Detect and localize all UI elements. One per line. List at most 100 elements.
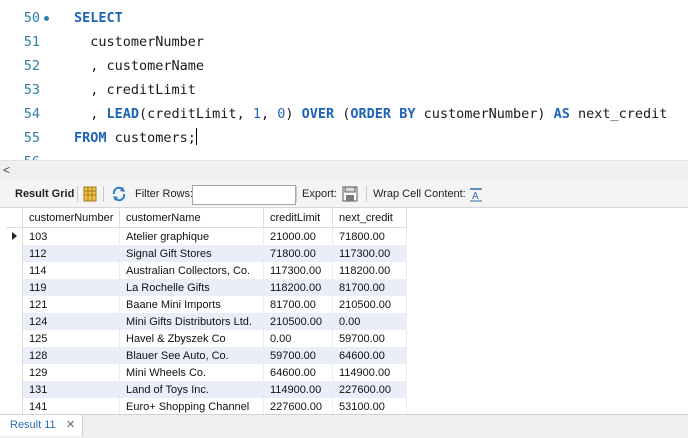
table-row[interactable]: 129 Mini Wheels Co. 64600.00 114900.00 <box>6 364 407 381</box>
wrap-cell-icon[interactable]: A <box>469 186 483 202</box>
table-cell[interactable]: 114 <box>22 262 120 279</box>
table-cell[interactable]: Australian Collectors, Co. <box>119 262 264 279</box>
table-cell[interactable]: Mini Wheels Co. <box>119 364 264 381</box>
table-row[interactable]: 141 Euro+ Shopping Channel 227600.00 53100.… <box>6 398 407 415</box>
code-line[interactable]: 55 FROM customers; <box>0 126 688 150</box>
export-icon[interactable] <box>342 186 358 202</box>
result-tab[interactable]: Result 11 ✕ <box>0 415 83 436</box>
table-cell[interactable]: 64600.00 <box>263 364 333 381</box>
table-cell[interactable]: 118200.00 <box>332 262 407 279</box>
code-text[interactable]: SELECT <box>74 6 123 30</box>
table-cell[interactable]: 227600.00 <box>263 398 333 415</box>
code-text[interactable]: , creditLimit <box>74 78 196 102</box>
table-cell[interactable]: Blauer See Auto, Co. <box>119 347 264 364</box>
row-header[interactable] <box>6 245 23 262</box>
table-cell[interactable]: Atelier graphique <box>119 227 264 245</box>
table-cell[interactable]: 59700.00 <box>332 330 407 347</box>
table-row[interactable]: 119 La Rochelle Gifts 118200.00 81700.00 <box>6 279 407 296</box>
scroll-left-icon[interactable]: < <box>3 163 10 177</box>
table-cell[interactable]: Land of Toys Inc. <box>119 381 264 398</box>
close-icon[interactable]: ✕ <box>66 415 75 436</box>
table-cell[interactable]: 81700.00 <box>263 296 333 313</box>
result-grid[interactable]: customerNumber customerName creditLimit … <box>6 208 407 415</box>
table-cell[interactable]: 59700.00 <box>263 347 333 364</box>
table-cell[interactable]: 117300.00 <box>332 245 407 262</box>
editor-horizontal-scrollbar[interactable]: < <box>0 160 688 181</box>
table-row[interactable]: 128 Blauer See Auto, Co. 59700.00 64600.00 <box>6 347 407 364</box>
row-header[interactable] <box>6 381 23 398</box>
table-cell[interactable]: 112 <box>22 245 120 262</box>
table-cell[interactable]: Signal Gift Stores <box>119 245 264 262</box>
table-cell[interactable]: Havel & Zbyszek Co <box>119 330 264 347</box>
column-header[interactable]: customerName <box>119 208 264 228</box>
table-cell[interactable]: 118200.00 <box>263 279 333 296</box>
table-cell[interactable]: 21000.00 <box>263 227 333 245</box>
code-text[interactable]: customerNumber <box>74 30 204 54</box>
table-cell[interactable]: 0.00 <box>332 313 407 330</box>
sql-text: , customerName <box>74 58 205 74</box>
row-header[interactable] <box>6 398 23 415</box>
table-row[interactable]: 114 Australian Collectors, Co. 117300.00 11… <box>6 262 407 279</box>
sql-editor[interactable]: 50 SELECT 51 customerNumber 52 , customerNa… <box>0 0 688 160</box>
table-cell[interactable]: 71800.00 <box>263 245 333 262</box>
column-header[interactable]: customerNumber <box>22 208 120 228</box>
table-cell[interactable]: 129 <box>22 364 120 381</box>
row-header[interactable] <box>6 262 23 279</box>
table-cell[interactable]: 131 <box>22 381 120 398</box>
code-line[interactable]: 53 , creditLimit <box>0 78 688 102</box>
table-cell[interactable]: 125 <box>22 330 120 347</box>
row-header[interactable] <box>6 279 23 296</box>
code-text[interactable]: , LEAD(creditLimit, 1, 0) OVER (ORDER BY… <box>74 102 667 126</box>
refresh-icon[interactable] <box>111 186 127 202</box>
table-cell[interactable]: 141 <box>22 398 120 415</box>
row-header[interactable] <box>6 364 23 381</box>
table-cell[interactable]: 227600.00 <box>332 381 407 398</box>
table-row[interactable]: 121 Baane Mini Imports 81700.00 210500.00 <box>6 296 407 313</box>
table-row[interactable]: 131 Land of Toys Inc. 114900.00 227600.00 <box>6 381 407 398</box>
table-row[interactable]: 103 Atelier graphique 21000.00 71800.00 <box>6 227 407 245</box>
code-text[interactable]: FROM customers; <box>74 126 197 150</box>
table-cell[interactable]: 128 <box>22 347 120 364</box>
column-header[interactable]: next_credit <box>332 208 407 228</box>
table-cell[interactable]: 81700.00 <box>332 279 407 296</box>
table-cell[interactable]: Baane Mini Imports <box>119 296 264 313</box>
table-row[interactable]: 124 Mini Gifts Distributors Ltd. 210500.00… <box>6 313 407 330</box>
table-cell[interactable]: 121 <box>22 296 120 313</box>
table-cell[interactable]: 114900.00 <box>332 364 407 381</box>
table-cell[interactable]: 210500.00 <box>332 296 407 313</box>
table-cell[interactable]: 117300.00 <box>263 262 333 279</box>
code-line[interactable]: 52 , customerName <box>0 54 688 78</box>
row-header[interactable] <box>6 227 23 245</box>
grid-view-icon[interactable] <box>83 186 97 202</box>
row-header[interactable] <box>6 347 23 364</box>
result-grid-tab[interactable]: Result Grid <box>15 181 74 207</box>
table-cell[interactable]: 119 <box>22 279 120 296</box>
table-row[interactable]: 125 Havel & Zbyszek Co 0.00 59700.00 <box>6 330 407 347</box>
table-cell[interactable]: 53100.00 <box>332 398 407 415</box>
table-cell[interactable]: 103 <box>22 227 120 245</box>
code-line[interactable]: 54 , LEAD(creditLimit, 1, 0) OVER (ORDER… <box>0 102 688 126</box>
table-cell[interactable]: 64600.00 <box>332 347 407 364</box>
table-cell[interactable]: 114900.00 <box>263 381 333 398</box>
sql-number: 1 <box>252 106 261 122</box>
sql-keyword: AS <box>553 106 570 122</box>
table-row[interactable]: 112 Signal Gift Stores 71800.00 117300.00 <box>6 245 407 262</box>
code-text[interactable]: , customerName <box>74 54 204 78</box>
sql-text: ) <box>285 106 302 122</box>
line-number: 52 <box>23 58 40 74</box>
table-cell[interactable]: La Rochelle Gifts <box>119 279 264 296</box>
column-header[interactable]: creditLimit <box>263 208 333 228</box>
code-line[interactable]: 56 <box>0 150 688 160</box>
row-header[interactable] <box>6 330 23 347</box>
row-header[interactable] <box>6 313 23 330</box>
table-cell[interactable]: Mini Gifts Distributors Ltd. <box>119 313 264 330</box>
code-line[interactable]: 51 customerNumber <box>0 30 688 54</box>
table-cell[interactable]: 0.00 <box>263 330 333 347</box>
filter-rows-input[interactable] <box>192 185 296 205</box>
code-line[interactable]: 50 SELECT <box>0 6 688 30</box>
row-header[interactable] <box>6 296 23 313</box>
table-cell[interactable]: 71800.00 <box>332 227 407 245</box>
table-cell[interactable]: 210500.00 <box>263 313 333 330</box>
table-cell[interactable]: 124 <box>22 313 120 330</box>
table-cell[interactable]: Euro+ Shopping Channel <box>119 398 264 415</box>
